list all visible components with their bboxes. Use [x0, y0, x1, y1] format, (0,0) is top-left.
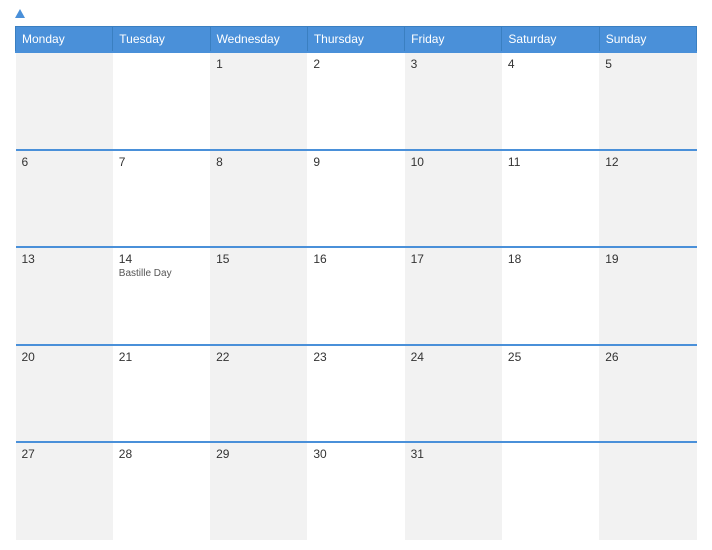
- day-cell: 20: [16, 345, 113, 443]
- week-row-4: 20 21 22 23 24 25 26: [16, 345, 697, 443]
- week-row-2: 6789 10 11 12: [16, 150, 697, 248]
- day-number: 12: [605, 155, 690, 169]
- calendar-header-row: MondayTuesdayWednesdayThursdayFridaySatu…: [16, 27, 697, 53]
- calendar-body: 1234567891011121314Bastille Day151617181…: [16, 52, 697, 540]
- week-row-1: 12345: [16, 52, 697, 150]
- day-cell: 19: [599, 247, 696, 345]
- day-cell: 29: [210, 442, 307, 540]
- day-number: 2: [313, 57, 398, 71]
- day-cell: 25: [502, 345, 599, 443]
- day-number: 22: [216, 350, 301, 364]
- week-row-5: 27 28 29 30 31: [16, 442, 697, 540]
- calendar-header: [15, 10, 697, 18]
- day-number: 27: [22, 447, 107, 461]
- day-number: 21: [119, 350, 204, 364]
- day-cell: 17: [405, 247, 502, 345]
- day-cell: 31: [405, 442, 502, 540]
- day-cell: 1: [210, 52, 307, 150]
- day-cell: 7: [113, 150, 210, 248]
- day-cell: 10: [405, 150, 502, 248]
- day-number: 8: [216, 155, 301, 169]
- day-cell: [16, 52, 113, 150]
- col-header-sunday: Sunday: [599, 27, 696, 53]
- day-cell: 27: [16, 442, 113, 540]
- day-cell: 9: [307, 150, 404, 248]
- col-header-wednesday: Wednesday: [210, 27, 307, 53]
- day-cell: 22: [210, 345, 307, 443]
- day-number: 6: [22, 155, 107, 169]
- day-number: 15: [216, 252, 301, 266]
- day-cell: 15: [210, 247, 307, 345]
- day-number: 16: [313, 252, 398, 266]
- day-cell: [599, 442, 696, 540]
- day-cell: 12: [599, 150, 696, 248]
- day-number: 25: [508, 350, 593, 364]
- day-number: 31: [411, 447, 496, 461]
- day-number: 13: [22, 252, 107, 266]
- day-cell: 4: [502, 52, 599, 150]
- logo-blue-text: [15, 10, 27, 18]
- day-number: 18: [508, 252, 593, 266]
- logo-triangle-icon: [15, 9, 25, 18]
- day-cell: 23: [307, 345, 404, 443]
- day-cell: [113, 52, 210, 150]
- holiday-label: Bastille Day: [119, 268, 204, 279]
- day-cell: [502, 442, 599, 540]
- day-number: 1: [216, 57, 301, 71]
- day-number: 30: [313, 447, 398, 461]
- calendar-page: MondayTuesdayWednesdayThursdayFridaySatu…: [0, 0, 712, 550]
- col-header-thursday: Thursday: [307, 27, 404, 53]
- col-header-tuesday: Tuesday: [113, 27, 210, 53]
- day-cell: 11: [502, 150, 599, 248]
- col-header-friday: Friday: [405, 27, 502, 53]
- day-number: 14: [119, 252, 204, 266]
- day-number: 7: [119, 155, 204, 169]
- day-number: 28: [119, 447, 204, 461]
- day-cell: 30: [307, 442, 404, 540]
- day-cell: 8: [210, 150, 307, 248]
- day-number: 9: [313, 155, 398, 169]
- day-number: 17: [411, 252, 496, 266]
- week-row-3: 13 14 Bastille Day 15 16 17 18 19: [16, 247, 697, 345]
- col-header-monday: Monday: [16, 27, 113, 53]
- day-number: 26: [605, 350, 690, 364]
- day-number: 4: [508, 57, 593, 71]
- day-cell: 24: [405, 345, 502, 443]
- day-cell: 28: [113, 442, 210, 540]
- day-number: 3: [411, 57, 496, 71]
- day-number: 24: [411, 350, 496, 364]
- day-number: 10: [411, 155, 496, 169]
- day-number: 11: [508, 155, 593, 169]
- day-cell: 6: [16, 150, 113, 248]
- day-cell: 14 Bastille Day: [113, 247, 210, 345]
- day-number: 23: [313, 350, 398, 364]
- day-cell: 3: [405, 52, 502, 150]
- day-number: 19: [605, 252, 690, 266]
- day-cell: 26: [599, 345, 696, 443]
- calendar-table: MondayTuesdayWednesdayThursdayFridaySatu…: [15, 26, 697, 540]
- day-cell: 21: [113, 345, 210, 443]
- day-cell: 5: [599, 52, 696, 150]
- col-header-saturday: Saturday: [502, 27, 599, 53]
- day-cell: 13: [16, 247, 113, 345]
- day-cell: 2: [307, 52, 404, 150]
- logo: [15, 10, 27, 18]
- day-number: 29: [216, 447, 301, 461]
- day-number: 20: [22, 350, 107, 364]
- day-number: 5: [605, 57, 690, 71]
- day-cell: 16: [307, 247, 404, 345]
- day-cell: 18: [502, 247, 599, 345]
